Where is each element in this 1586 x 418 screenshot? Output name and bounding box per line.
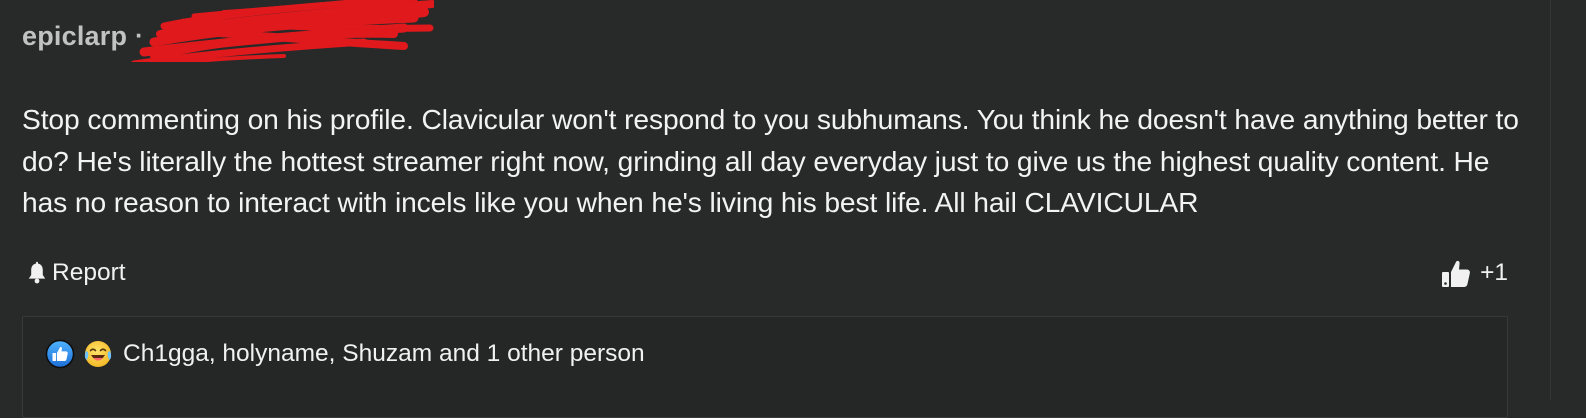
laughing-crying-emoji-icon <box>84 341 112 367</box>
comment-username[interactable]: epiclarp <box>22 21 127 52</box>
comment-card: epiclarp · Stop commenting on his profil… <box>22 0 1519 418</box>
comment-body-text: Stop commenting on his profile. Clavicul… <box>22 103 1519 218</box>
header-separator: · <box>135 21 144 50</box>
reactors-text[interactable]: Ch1gga, holyname, Shuzam and 1 other per… <box>123 340 645 368</box>
report-label: Report <box>52 259 126 286</box>
like-count: +1 <box>1480 259 1508 286</box>
reactions-row[interactable]: Ch1gga, holyname, Shuzam and 1 other per… <box>45 339 645 369</box>
comment-timestamp-redacted <box>149 22 209 51</box>
bell-icon <box>28 261 46 284</box>
thumbs-up-reaction-icon <box>45 339 75 369</box>
panel-right-divider <box>1550 0 1551 400</box>
thumbs-up-icon <box>1442 260 1471 287</box>
reactions-panel: Ch1gga, holyname, Shuzam and 1 other per… <box>22 316 1508 418</box>
report-button[interactable]: Report <box>26 257 126 289</box>
comment-header: epiclarp · <box>22 18 209 54</box>
like-button[interactable]: +1 <box>1440 255 1508 291</box>
